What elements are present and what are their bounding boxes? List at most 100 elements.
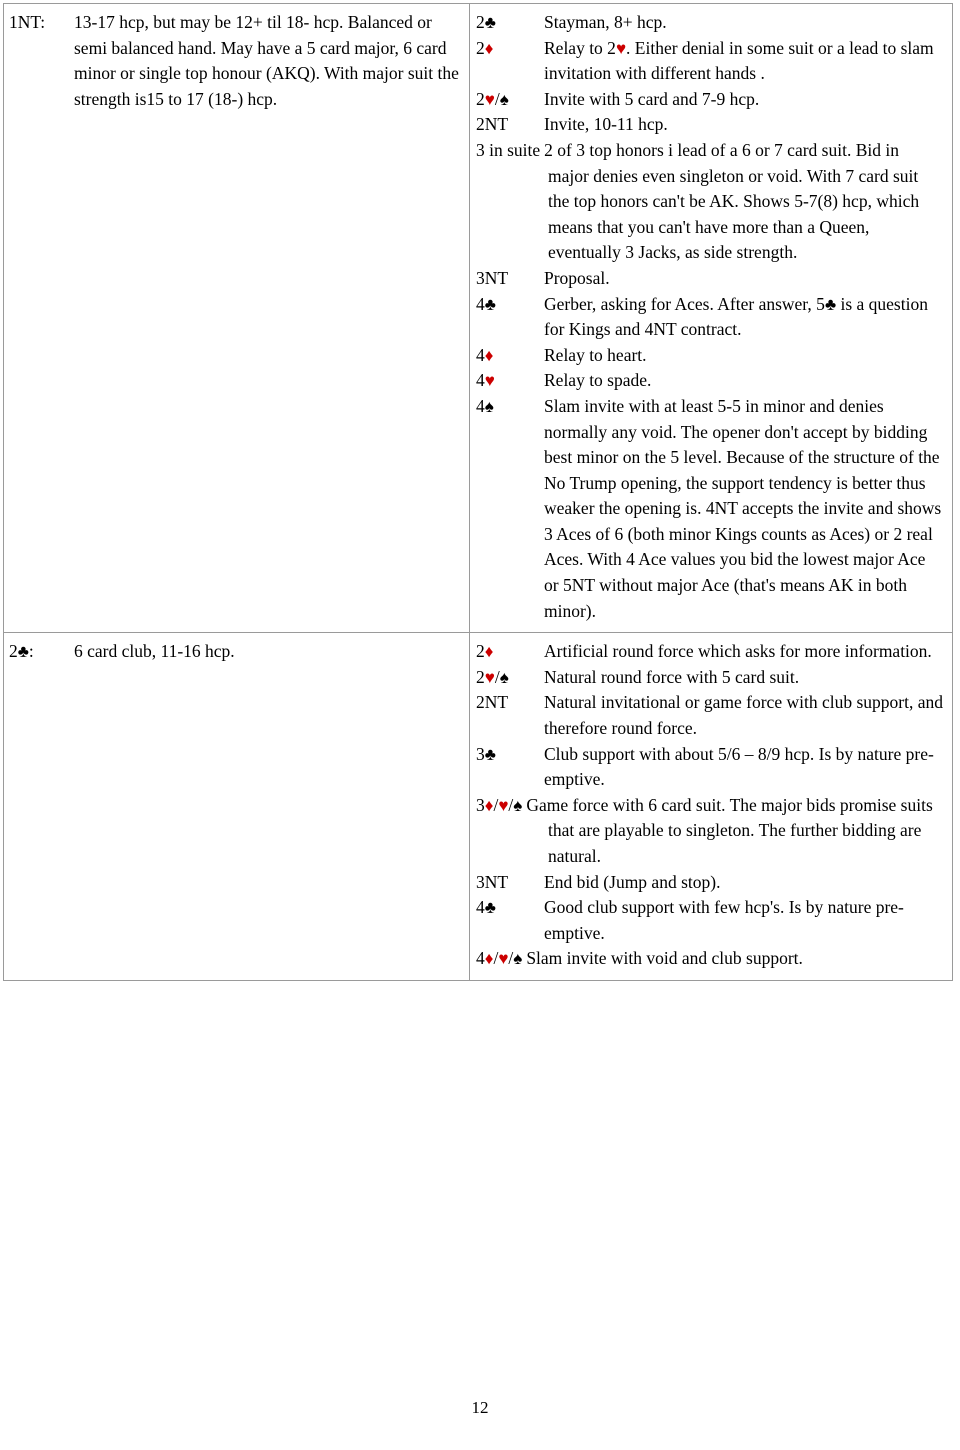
bid-text: 2 [476, 666, 485, 687]
response-bid-label: 4♣ [476, 895, 544, 921]
suit-symbol-black-icon: ♣ [484, 744, 496, 764]
response-description: Good club support with few hcp's. Is by … [544, 897, 904, 943]
suit-symbol-red-icon: ♦ [484, 38, 494, 58]
suit-symbol-red-icon: ♥ [615, 38, 627, 58]
bid-text: 2 [476, 12, 485, 32]
response-bid-label: 3♣ [476, 742, 544, 768]
response-description: Natural invitational or game force with … [544, 692, 943, 739]
bid-text: 3NT [476, 267, 509, 288]
bid-text: Relay to 2 [544, 37, 616, 58]
bid-text: : [28, 641, 34, 662]
opening-bid-label: 1NT: [9, 12, 46, 32]
opening-bid-row: 1NT: 13-17 hcp, but may be 12+ til 18- h… [9, 10, 463, 112]
suit-symbol-black-icon: ♠ [513, 949, 523, 969]
suit-symbol-black-icon: ♣ [17, 642, 29, 662]
response-row: 4♠ Slam invite with at least 5-5 in minor… [476, 394, 944, 624]
suit-symbol-red-icon: ♥ [484, 89, 495, 109]
response-row: 3 in suite 2 of 3 top honors i lead of a … [476, 138, 944, 266]
responses-cell: 2♣ Stayman, 8+ hcp. 2♦ Relay to 2♥. Either … [469, 2, 953, 634]
response-description: Club support with about 5/6 – 8/9 hcp. I… [544, 743, 934, 790]
table-row: 1NT: 13-17 hcp, but may be 12+ til 18- h… [3, 2, 953, 634]
suit-symbol-black-icon: ♣ [824, 294, 837, 314]
bid-text: 4 [476, 897, 485, 918]
response-description: Invite with 5 card and 7-9 hcp. [544, 88, 760, 109]
responses-content: 2♦ Artificial round force which asks for … [470, 633, 952, 980]
response-description: Stayman, 8+ hcp. [544, 12, 667, 32]
response-description: Invite, 10-11 hcp. [544, 114, 668, 135]
bid-text: 4 [476, 370, 485, 391]
bid-table-body: 1NT: 13-17 hcp, but may be 12+ til 18- h… [3, 2, 953, 981]
bid-text: 3 [476, 743, 485, 764]
response-row: 3♦/♥/♠ Game force with 6 card suit. The m… [476, 793, 944, 870]
response-row: 4♣ Gerber, asking for Aces. After answer,… [476, 292, 944, 343]
page-number: 12 [471, 1398, 489, 1417]
response-description: Relay to 2♥. Either denial in some suit … [544, 36, 944, 87]
bid-text: 2 [476, 88, 485, 109]
response-bid-label: 4♣ [476, 292, 544, 318]
bid-text: 2NT [476, 114, 509, 135]
suit-symbol-black-icon: ♣ [484, 13, 496, 32]
response-bid-label: 4♥ [476, 368, 544, 394]
response-bid-label: 2♦ [476, 639, 544, 665]
response-bid-label: 2NT [476, 112, 544, 138]
response-description: Relay to heart. [544, 344, 647, 365]
suit-symbol-black-icon: ♠ [499, 667, 509, 687]
opening-bid-description: 13-17 hcp, but may be 12+ til 18- hcp. B… [74, 12, 459, 109]
bid-text: 2 [9, 641, 18, 662]
response-row: 2NT Invite, 10-11 hcp. [476, 112, 944, 138]
response-row: 2♥/♠ Invite with 5 card and 7-9 hcp. [476, 87, 944, 113]
response-row: 4♣ Good club support with few hcp's. Is b… [476, 895, 944, 946]
response-row: 2♦ Relay to 2♥. Either denial in some sui… [476, 36, 944, 87]
opening-bid-cell: 1NT: 13-17 hcp, but may be 12+ til 18- h… [3, 2, 470, 634]
response-bid-label: 4♦/♥/♠ [476, 948, 522, 968]
suit-symbol-black-icon: ♠ [513, 795, 523, 815]
suit-symbol-black-icon: ♣ [484, 294, 496, 314]
opening-bid-content: 2♣: 6 card club, 11-16 hcp. [4, 633, 469, 673]
bidding-system-table: 1NT: 13-17 hcp, but may be 12+ til 18- h… [3, 2, 953, 981]
response-bid-label: 3 in suite [476, 140, 540, 160]
response-row: 3NT End bid (Jump and stop). [476, 870, 944, 896]
response-description: Proposal. [544, 267, 610, 288]
table-row: 2♣: 6 card club, 11-16 hcp. 2♦ Artificial… [3, 632, 953, 981]
suit-symbol-black-icon: ♠ [499, 89, 509, 109]
bid-text: Gerber, asking for Aces. After answer, 5 [544, 293, 825, 314]
suit-symbol-red-icon: ♥ [498, 949, 509, 969]
response-description: End bid (Jump and stop). [544, 871, 721, 892]
bid-text: 3 in suite [476, 139, 541, 160]
response-row: 2♦ Artificial round force which asks for … [476, 639, 944, 665]
opening-bid-label: 2♣: [9, 639, 74, 665]
suit-symbol-red-icon: ♥ [484, 667, 495, 687]
response-bid-label: 2NT [476, 690, 544, 716]
response-description: Slam invite with void and club support. [526, 948, 803, 969]
responses-content: 2♣ Stayman, 8+ hcp. 2♦ Relay to 2♥. Either … [470, 4, 952, 632]
responses-cell: 2♦ Artificial round force which asks for … [469, 632, 953, 981]
suit-symbol-red-icon: ♥ [498, 795, 509, 815]
bid-text: 4 [476, 293, 485, 314]
bid-text: 2 [476, 641, 485, 662]
suit-symbol-red-icon: ♦ [484, 345, 494, 365]
response-bid-label: 2♦ [476, 36, 544, 62]
bid-text: 4 [476, 344, 485, 365]
opening-bid-row: 2♣: 6 card club, 11-16 hcp. [9, 639, 463, 665]
suit-symbol-red-icon: ♥ [484, 371, 495, 391]
response-description: Relay to spade. [544, 370, 652, 391]
suit-symbol-black-icon: ♣ [484, 898, 496, 918]
opening-bid-cell: 2♣: 6 card club, 11-16 hcp. [3, 632, 470, 981]
response-row: 3NT Proposal. [476, 266, 944, 292]
response-row: 4♥ Relay to spade. [476, 368, 944, 394]
opening-bid-content: 1NT: 13-17 hcp, but may be 12+ til 18- h… [4, 4, 469, 120]
response-bid-label: 3NT [476, 870, 544, 896]
response-description: Gerber, asking for Aces. After answer, 5… [544, 292, 944, 343]
response-bid-label: 4♦ [476, 343, 544, 369]
bid-text: 3 [476, 794, 485, 815]
response-row: 2NT Natural invitational or game force wi… [476, 690, 944, 741]
response-description: Game force with 6 card suit. The major b… [526, 794, 933, 866]
response-row: 4♦ Relay to heart. [476, 343, 944, 369]
response-description: Natural round force with 5 card suit. [544, 666, 800, 687]
response-bid-label: 3NT [476, 266, 544, 292]
opening-bid-description: 6 card club, 11-16 hcp. [74, 641, 235, 662]
response-row: 3♣ Club support with about 5/6 – 8/9 hcp.… [476, 742, 944, 793]
response-bid-label: 2♥/♠ [476, 665, 544, 691]
bid-text: 2 [476, 37, 485, 58]
response-description: 2 of 3 top honors i lead of a 6 or 7 car… [544, 139, 920, 263]
